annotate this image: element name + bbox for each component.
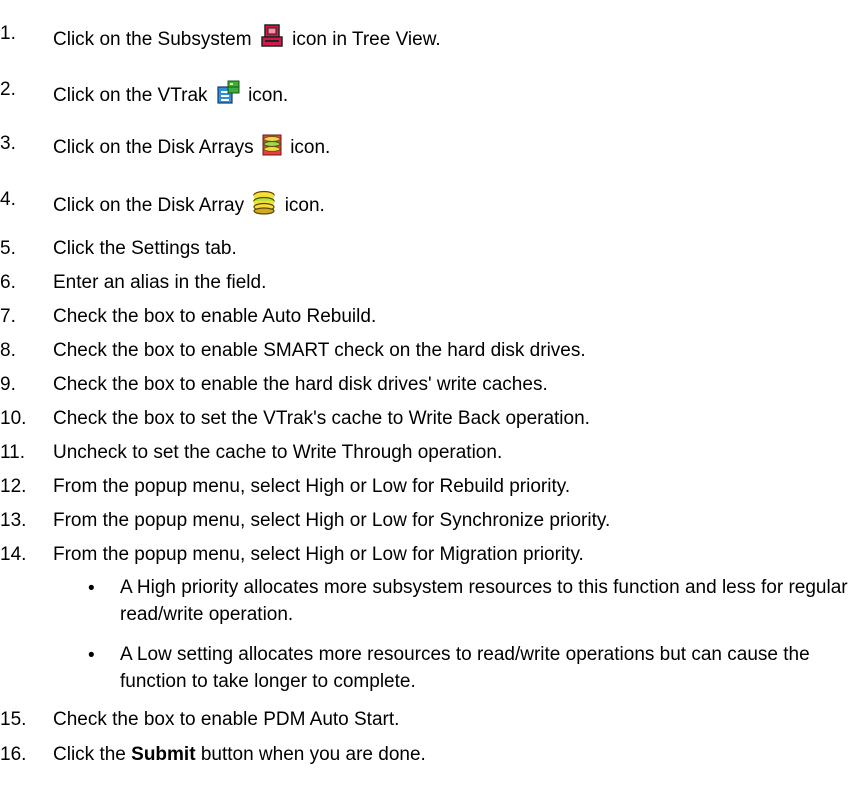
submit-label: Submit bbox=[131, 744, 196, 765]
step-number: 12. bbox=[0, 476, 27, 497]
step-number: 2. bbox=[0, 79, 16, 100]
step-text-end: icon. bbox=[290, 137, 331, 158]
bullet-marker: • bbox=[88, 578, 95, 599]
bullet-high-priority: A High priority allocates more subsystem… bbox=[120, 577, 848, 625]
step-number: 13. bbox=[0, 510, 27, 531]
step-number: 11. bbox=[0, 442, 26, 463]
subsystem-icon bbox=[259, 23, 285, 55]
step-number: 15. bbox=[0, 709, 27, 730]
step-text: Click the bbox=[53, 744, 126, 765]
step-text-end: button when you are done. bbox=[200, 744, 426, 765]
disk-array-icon bbox=[251, 189, 277, 221]
step-text: Click on the VTrak bbox=[53, 85, 208, 106]
step-text-end: icon. bbox=[284, 195, 325, 216]
step-number: 7. bbox=[0, 306, 16, 327]
step-text: Check the box to enable Auto Rebuild. bbox=[53, 306, 377, 327]
step-text: Click on the Subsystem bbox=[53, 29, 252, 50]
step-number: 4. bbox=[0, 189, 16, 210]
step-number: 14. bbox=[0, 544, 27, 565]
step-number: 6. bbox=[0, 272, 16, 293]
step-text: Uncheck to set the cache to Write Throug… bbox=[53, 442, 503, 463]
bullet-low-priority: A Low setting allocates more resources t… bbox=[120, 644, 810, 692]
step-number: 5. bbox=[0, 238, 16, 259]
step-text: From the popup menu, select High or Low … bbox=[53, 476, 571, 497]
step-text: From the popup menu, select High or Low … bbox=[53, 510, 611, 531]
step-text: From the popup menu, select High or Low … bbox=[53, 544, 584, 565]
step-text-end: icon in Tree View. bbox=[292, 29, 441, 50]
step-number: 1. bbox=[0, 23, 16, 44]
disk-arrays-icon bbox=[261, 133, 283, 163]
step-text: Check the box to enable SMART check on t… bbox=[53, 340, 586, 361]
step-number: 16. bbox=[0, 744, 27, 765]
step-text: Click the Settings tab. bbox=[53, 238, 237, 259]
step-text: Check the box to set the VTrak's cache t… bbox=[53, 408, 590, 429]
step-number: 8. bbox=[0, 340, 16, 361]
step-number: 9. bbox=[0, 374, 16, 395]
bullet-marker: • bbox=[88, 645, 95, 666]
step-text: Enter an alias in the field. bbox=[53, 272, 267, 293]
step-text: Check the box to enable the hard disk dr… bbox=[53, 374, 548, 395]
vtrak-icon bbox=[215, 79, 241, 111]
step-text: Click on the Disk Arrays bbox=[53, 137, 254, 158]
step-text-end: icon. bbox=[248, 85, 289, 106]
step-number: 10. bbox=[0, 408, 27, 429]
step-number: 3. bbox=[0, 133, 16, 154]
step-text: Click on the Disk Array bbox=[53, 195, 245, 216]
step-text: Check the box to enable PDM Auto Start. bbox=[53, 709, 400, 730]
